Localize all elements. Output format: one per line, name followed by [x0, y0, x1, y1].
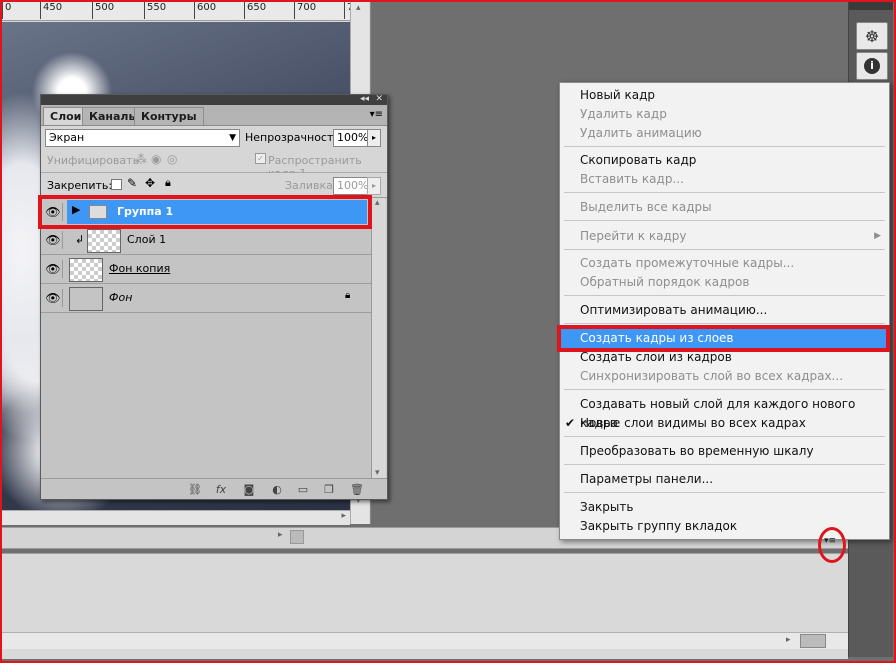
menu-item-panel-options[interactable]: Параметры панели...	[560, 470, 889, 489]
annotation-box-menu-item	[557, 325, 890, 352]
menu-item-close[interactable]: Закрыть	[560, 498, 889, 517]
menu-item-new-frame[interactable]: Новый кадр	[560, 86, 889, 105]
panel-menu-icon[interactable]: ▾≡	[370, 109, 383, 120]
menu-item-tween[interactable]: Создать промежуточные кадры...	[560, 254, 889, 273]
annotation-box-group	[38, 195, 372, 229]
menu-item-go-to-frame[interactable]: Перейти к кадру ▶	[560, 227, 889, 246]
info-icon[interactable]: i	[856, 52, 888, 80]
opacity-input[interactable]: 100%	[333, 129, 368, 147]
wheel-icon[interactable]: ☸	[856, 22, 888, 50]
link-icon[interactable]: ⛓	[187, 481, 203, 497]
menu-item-delete-animation[interactable]: Удалить анимацию	[560, 124, 889, 143]
layer-thumbnail	[87, 229, 121, 253]
horizontal-ruler: 0 450 500 550 600 650 700 75	[2, 2, 360, 21]
menu-item-paste-frame[interactable]: Вставить кадр...	[560, 170, 889, 189]
propagate-checkbox[interactable]: ✓	[255, 153, 266, 164]
ruler-tick: 450	[40, 2, 62, 19]
menu-separator	[564, 192, 885, 193]
ruler-tick: 650	[244, 2, 266, 19]
new-layer-icon[interactable]: ❐	[321, 481, 337, 497]
menu-separator	[564, 389, 885, 390]
layer-row-background-copy[interactable]: 👁︎ Фон копия	[41, 255, 371, 284]
unify-row: Унифицировать: ⁂ ◉ ◎ ✓ Распространить ка…	[41, 148, 387, 180]
mask-icon[interactable]: ◙	[241, 481, 257, 497]
panel-flyout-menu: Новый кадр Удалить кадр Удалить анимацию…	[559, 82, 890, 540]
collapse-icon[interactable]: ◂◂	[360, 94, 369, 104]
ruler-tick: 600	[194, 2, 216, 19]
lock-label: Закрепить:	[47, 179, 113, 192]
blend-mode-select[interactable]: Экран ▼	[45, 129, 240, 147]
opacity-label: Непрозрачность:	[245, 131, 344, 144]
menu-separator	[564, 323, 885, 324]
layer-name: Слой 1	[127, 233, 167, 246]
eye-icon[interactable]: 👁︎	[44, 289, 63, 307]
menu-item-new-layers-visible[interactable]: ✔ Новые слои видимы во всех кадрах	[560, 414, 889, 433]
menu-separator	[564, 295, 885, 296]
menu-separator	[564, 464, 885, 465]
menu-item-delete-frame[interactable]: Удалить кадр	[560, 105, 889, 124]
checkmark-icon: ✔	[565, 416, 576, 430]
lock-transparency-icon[interactable]	[111, 179, 122, 190]
layer-thumbnail	[69, 287, 103, 311]
unify-style-icon[interactable]: ◎	[167, 152, 177, 166]
layer-row-layer-1[interactable]: 👁︎ ↲ Слой 1	[41, 226, 371, 255]
layers-scrollbar[interactable]: ▴ ▾	[371, 198, 386, 478]
panel-tabs: Слои Каналы Контуры ▾≡	[41, 105, 387, 126]
close-icon[interactable]: ✕	[375, 94, 383, 104]
menu-separator	[564, 220, 885, 221]
folder-icon[interactable]: ▭	[295, 481, 311, 497]
panel-titlebar[interactable]: ◂◂ ✕	[41, 94, 387, 105]
ruler-tick: 550	[144, 2, 166, 19]
menu-separator	[564, 146, 885, 147]
menu-item-convert-to-timeline[interactable]: Преобразовать во временную шкалу	[560, 442, 889, 461]
trash-icon[interactable]: 🗑︎	[349, 481, 365, 497]
lock-move-icon[interactable]: ✥	[145, 176, 155, 190]
clipping-mask-icon: ↲	[75, 233, 85, 246]
blend-row: Экран ▼ Непрозрачность: 100% ▸	[41, 126, 387, 148]
fill-input[interactable]: 100%	[333, 177, 368, 195]
opacity-slider-button[interactable]: ▸	[367, 129, 381, 147]
layer-name: Фон	[109, 291, 133, 304]
unify-label: Унифицировать:	[47, 154, 143, 167]
fill-slider-button[interactable]: ▸	[367, 177, 381, 195]
chevron-down-icon: ▼	[229, 133, 236, 143]
eye-icon[interactable]: 👁︎	[44, 231, 63, 249]
layer-list: 👁︎ ▶ Группа 1 👁︎ ↲ Слой 1 👁︎ Фон копия 👁…	[41, 198, 371, 478]
unify-position-icon[interactable]: ⁂	[135, 152, 147, 166]
layer-name: Фон копия	[109, 262, 171, 275]
layers-panel: ◂◂ ✕ Слои Каналы Контуры ▾≡ Экран ▼ Непр…	[40, 94, 388, 500]
menu-item-new-layer-each-frame[interactable]: Создавать новый слой для каждого нового …	[560, 395, 889, 430]
ruler-tick: 500	[92, 2, 114, 19]
blend-mode-value: Экран	[49, 131, 85, 144]
layer-thumbnail	[69, 258, 103, 282]
fx-icon[interactable]: fx	[213, 481, 229, 497]
unify-visibility-icon[interactable]: ◉	[151, 152, 161, 166]
lock-brush-icon[interactable]: ✎	[127, 176, 137, 190]
submenu-arrow-icon: ▶	[874, 231, 881, 241]
horizontal-scrollbar[interactable]: ▸	[2, 510, 350, 525]
menu-separator	[564, 436, 885, 437]
menu-item-copy-frame[interactable]: Скопировать кадр	[560, 151, 889, 170]
ruler-tick: 0	[2, 2, 11, 19]
eye-icon[interactable]: 👁︎	[44, 260, 63, 278]
tab-paths[interactable]: Контуры	[134, 107, 204, 125]
layers-footer: ⛓ fx ◙ ◐ ▭ ❐ 🗑︎	[41, 478, 387, 499]
menu-item-select-all-frames[interactable]: Выделить все кадры	[560, 198, 889, 217]
fill-label: Заливка:	[285, 179, 337, 192]
layer-row-background[interactable]: 👁︎ Фон 🔒︎	[41, 284, 371, 313]
menu-separator	[564, 492, 885, 493]
panel-menu-button-icon[interactable]: ▾≡	[824, 536, 836, 546]
animation-scrollbar[interactable]: ▸	[2, 632, 848, 649]
menu-item-optimize-animation[interactable]: Оптимизировать анимацию...	[560, 301, 889, 320]
adjustment-icon[interactable]: ◐	[269, 481, 285, 497]
menu-item-match-layer[interactable]: Синхронизировать слой во всех кадрах...	[560, 367, 889, 386]
lock-icon: 🔒︎	[345, 290, 351, 301]
lock-all-icon[interactable]: 🔒︎	[165, 176, 171, 190]
ruler-tick: 700	[294, 2, 316, 19]
menu-item-reverse-frames[interactable]: Обратный порядок кадров	[560, 273, 889, 292]
menu-separator	[564, 249, 885, 250]
